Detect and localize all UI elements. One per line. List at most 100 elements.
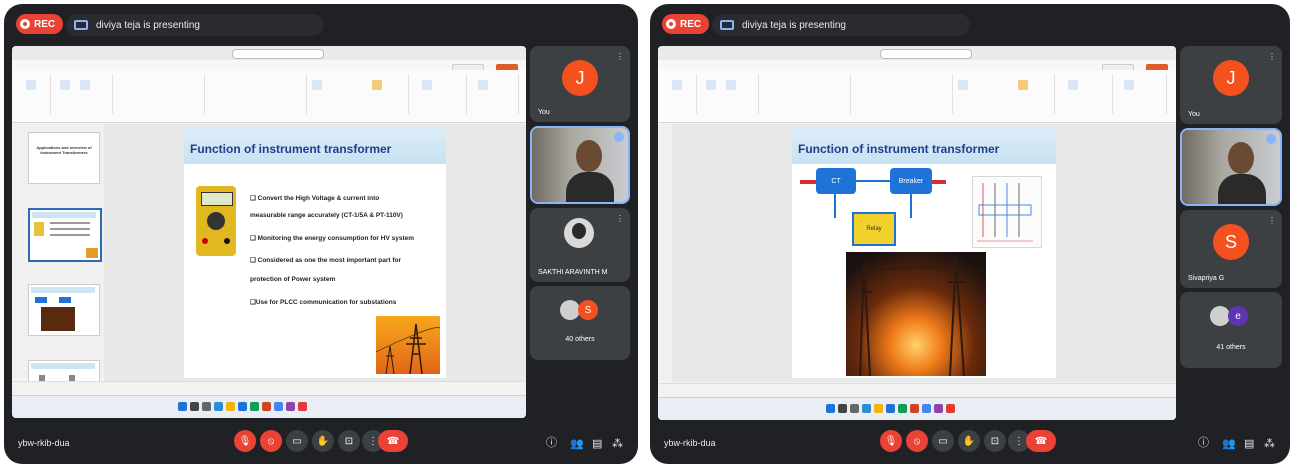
camera-off-button[interactable]: ⦸ xyxy=(260,430,282,452)
excel-icon[interactable] xyxy=(898,404,907,413)
ppt-ribbon xyxy=(12,70,526,123)
raise-hand-button[interactable]: ✋ xyxy=(312,430,334,452)
more-options-icon[interactable]: ⋮ xyxy=(1268,216,1276,225)
others-count: 41 others xyxy=(1216,344,1246,351)
store-icon[interactable] xyxy=(238,402,247,411)
ppt-search-box[interactable] xyxy=(232,49,324,59)
shared-screen: Function of instrument transformer CT Br… xyxy=(658,46,1176,420)
ppt-menu-bar xyxy=(658,60,1176,70)
search-icon[interactable] xyxy=(838,404,847,413)
chat-icon[interactable]: ▤ xyxy=(592,437,602,450)
presenting-banner[interactable]: diviya teja is presenting xyxy=(66,14,324,36)
present-button[interactable]: ⊡ xyxy=(338,430,360,452)
mic-off-button[interactable]: 🎙 xyxy=(234,430,256,452)
participant-tile-presenter[interactable] xyxy=(1180,128,1282,206)
activities-icon[interactable]: ⁂ xyxy=(1264,437,1275,450)
participant-tile-you[interactable]: J You ⋮ xyxy=(1180,46,1282,124)
presenter-face xyxy=(1228,142,1254,174)
chrome-icon[interactable] xyxy=(922,404,931,413)
substation-fire-image xyxy=(846,252,986,376)
camera-off-button[interactable]: ⦸ xyxy=(906,430,928,452)
present-button[interactable]: ⊡ xyxy=(984,430,1006,452)
input-arrow xyxy=(800,180,816,184)
people-icon[interactable]: 👥 xyxy=(1222,437,1236,450)
search-icon[interactable] xyxy=(190,402,199,411)
powerpoint-icon[interactable] xyxy=(910,404,919,413)
start-icon[interactable] xyxy=(826,404,835,413)
mic-off-button[interactable]: 🎙 xyxy=(880,430,902,452)
more-options-icon[interactable]: ⋮ xyxy=(616,214,624,223)
edge-icon[interactable] xyxy=(214,402,223,411)
leave-call-button[interactable]: ☎ xyxy=(378,430,408,452)
edge-icon[interactable] xyxy=(862,404,871,413)
slide-bullet-1b: measurable range accurately (CT-1/5A & P… xyxy=(250,212,403,219)
presenter-body xyxy=(1218,174,1266,204)
avatar: J xyxy=(1213,60,1249,96)
start-icon[interactable] xyxy=(178,402,187,411)
ct-block: CT xyxy=(816,168,856,194)
slide-bullet-3b: protection of Power system xyxy=(250,276,336,283)
thumb-title: Applications and overview of Instrument … xyxy=(36,145,92,155)
slide-canvas: Function of instrument transformer CT Br… xyxy=(672,124,1176,382)
ct-breaker-line xyxy=(856,180,890,182)
present-screen-icon xyxy=(74,20,88,30)
raise-hand-button[interactable]: ✋ xyxy=(958,430,980,452)
circuit-schematic xyxy=(972,176,1042,248)
captions-button[interactable]: ▭ xyxy=(286,430,308,452)
slide-bullet-1: ❑ Convert the High Voltage & current int… xyxy=(250,195,380,202)
chrome-icon[interactable] xyxy=(274,402,283,411)
breaker-block: Breaker xyxy=(890,168,932,194)
avatar xyxy=(564,218,594,248)
slide-thumb-3[interactable] xyxy=(28,284,100,336)
windows-taskbar xyxy=(12,395,526,418)
info-icon[interactable]: ⓘ xyxy=(1198,434,1209,450)
more-options-icon[interactable]: ⋮ xyxy=(616,52,624,61)
slide-canvas: Function of instrument transformer ❑ Con… xyxy=(104,124,526,382)
chat-icon[interactable]: ▤ xyxy=(1244,437,1254,450)
participant-tile-presenter[interactable] xyxy=(530,126,630,204)
meet-window-left: REC diviya teja is presenting Applicatio… xyxy=(4,4,638,464)
ppt-menu-bar xyxy=(12,60,526,70)
participant-tile-others[interactable]: e 41 others xyxy=(1180,292,1282,368)
recording-badge: REC xyxy=(662,14,710,34)
breaker-relay-line xyxy=(910,194,912,218)
presenting-banner[interactable]: diviya teja is presenting xyxy=(712,14,970,36)
participant-name: SAKTHI ARAVINTH M xyxy=(538,269,608,276)
excel-icon[interactable] xyxy=(250,402,259,411)
folder-icon[interactable] xyxy=(226,402,235,411)
participant-tile-others[interactable]: S 40 others xyxy=(530,286,630,360)
recording-badge: REC xyxy=(16,14,64,34)
slide-thumb-2[interactable] xyxy=(28,208,102,262)
record-icon xyxy=(20,19,30,29)
avatar: e xyxy=(1228,306,1248,326)
folder-icon[interactable] xyxy=(874,404,883,413)
power-tower-image xyxy=(376,316,440,374)
info-icon[interactable]: ⓘ xyxy=(546,434,557,450)
recording-label: REC xyxy=(34,18,56,30)
store-icon[interactable] xyxy=(886,404,895,413)
record-icon xyxy=(666,19,676,29)
avatar-photo xyxy=(560,300,580,320)
participant-tile-you[interactable]: J You ⋮ xyxy=(530,46,630,122)
app-icon[interactable] xyxy=(286,402,295,411)
taskview-icon[interactable] xyxy=(850,404,859,413)
participant-tile-sakthi[interactable]: SAKTHI ARAVINTH M ⋮ xyxy=(530,208,630,282)
more-options-icon[interactable]: ⋮ xyxy=(1268,52,1276,61)
captions-button[interactable]: ▭ xyxy=(932,430,954,452)
activities-icon[interactable]: ⁂ xyxy=(612,437,623,450)
people-icon[interactable]: 👥 xyxy=(570,437,584,450)
avatar: S xyxy=(578,300,598,320)
slide-thumb-1[interactable]: Applications and overview of Instrument … xyxy=(28,132,100,184)
app-icon-2[interactable] xyxy=(946,404,955,413)
app-icon-2[interactable] xyxy=(298,402,307,411)
participant-tile-sivapriya[interactable]: S Sivapriya G ⋮ xyxy=(1180,210,1282,288)
presenter-text: diviya teja is presenting xyxy=(96,19,200,31)
powerpoint-icon[interactable] xyxy=(262,402,271,411)
speaking-icon xyxy=(614,132,624,142)
shared-screen: Applications and overview of Instrument … xyxy=(12,46,526,418)
leave-call-button[interactable]: ☎ xyxy=(1026,430,1056,452)
app-icon[interactable] xyxy=(934,404,943,413)
taskview-icon[interactable] xyxy=(202,402,211,411)
output-arrow xyxy=(932,180,946,184)
ppt-search-box[interactable] xyxy=(880,49,972,59)
